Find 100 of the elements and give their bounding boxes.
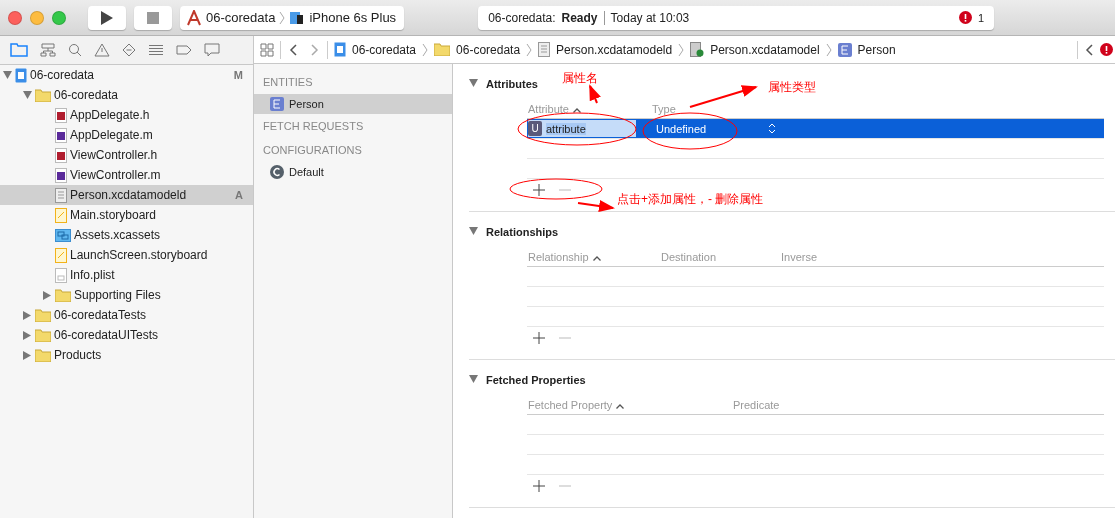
- play-icon: [101, 10, 113, 25]
- breadcrumb[interactable]: Person.xcdatamodel: [710, 42, 820, 57]
- project-file-icon: [334, 42, 346, 57]
- status-time: Today at 10:03: [610, 10, 690, 25]
- breadcrumb[interactable]: 06-coredata: [456, 42, 521, 57]
- file-tree-item[interactable]: Main.storyboard: [0, 205, 253, 225]
- disclosure-triangle-icon[interactable]: [469, 79, 478, 87]
- entity-icon: [837, 42, 852, 57]
- folder-icon: [55, 288, 71, 302]
- data-model-version-icon: [690, 42, 705, 57]
- folder-icon: [35, 308, 51, 322]
- data-model-icon: [55, 187, 67, 203]
- disclosure-triangle-icon[interactable]: [43, 290, 51, 300]
- scheme-selector[interactable]: 06-coredata: [206, 10, 276, 25]
- stop-button[interactable]: [134, 5, 172, 30]
- run-button[interactable]: [88, 5, 126, 30]
- folder-icon: [35, 328, 51, 342]
- section-title: Fetched Properties: [486, 374, 586, 386]
- file-tree-item[interactable]: ViewController.m: [0, 165, 253, 185]
- breadcrumb[interactable]: 06-coredata: [352, 42, 417, 57]
- breadcrumb[interactable]: Person: [857, 42, 896, 57]
- file-tree-item[interactable]: 06-coredataTests: [0, 305, 253, 325]
- header-file-icon: [55, 147, 67, 163]
- folder-tab-icon[interactable]: [10, 43, 28, 57]
- file-tree-item[interactable]: 06-coredata M: [0, 65, 253, 85]
- chevron-icon: [279, 10, 286, 25]
- file-tree-item[interactable]: Person.xcdatamodeld A: [0, 185, 253, 205]
- file-tree-item[interactable]: 06-coredata: [0, 85, 253, 105]
- chevron-icon: [825, 42, 832, 57]
- group-heading: CONFIGURATIONS: [262, 143, 363, 158]
- file-tree-item[interactable]: Assets.xcassets: [0, 225, 253, 245]
- sort-caret-icon: [572, 108, 581, 113]
- configuration-item[interactable]: Default: [254, 162, 452, 182]
- chevron-icon: [526, 42, 533, 57]
- app-icon: [186, 9, 202, 26]
- group-heading: ENTITIES: [262, 75, 314, 90]
- source-file-icon: [55, 167, 67, 183]
- file-tree-item[interactable]: Info.plist: [0, 265, 253, 285]
- file-tree-item[interactable]: Products: [0, 345, 253, 365]
- status-state: Ready: [561, 10, 598, 25]
- hierarchy-icon[interactable]: [40, 43, 56, 57]
- add-icon[interactable]: [533, 184, 545, 196]
- file-tree-item[interactable]: LaunchScreen.storyboard: [0, 245, 253, 265]
- add-icon[interactable]: [533, 480, 545, 492]
- folder-icon: [434, 43, 451, 56]
- entity-item[interactable]: Person: [254, 94, 452, 114]
- plist-file-icon: [55, 267, 67, 283]
- attribute-row[interactable]: U attribute Undefined: [527, 119, 1104, 139]
- error-icon[interactable]: [959, 11, 972, 24]
- stepper-icon: [768, 123, 776, 134]
- chevron-icon: [422, 42, 429, 57]
- status-letter: A: [235, 189, 243, 201]
- status-letter: M: [233, 69, 243, 81]
- search-icon[interactable]: [68, 43, 82, 57]
- disclosure-triangle-icon[interactable]: [469, 227, 478, 235]
- file-tree-item[interactable]: AppDelegate.m: [0, 125, 253, 145]
- issue-count: 1: [978, 11, 985, 24]
- grid-icon[interactable]: [260, 42, 274, 57]
- speech-bubble-icon[interactable]: [204, 43, 220, 57]
- error-icon[interactable]: [1100, 43, 1113, 56]
- storyboard-icon: [55, 207, 67, 223]
- sort-caret-icon: [616, 404, 625, 409]
- annotation-arrow: [589, 84, 601, 104]
- stop-icon: [147, 11, 159, 24]
- disclosure-triangle-icon[interactable]: [469, 375, 478, 383]
- file-tree-item[interactable]: 06-coredataUITests: [0, 325, 253, 345]
- configuration-icon: [270, 165, 284, 179]
- file-tree-item[interactable]: AppDelegate.h: [0, 105, 253, 125]
- tag-icon[interactable]: [176, 45, 192, 55]
- list-icon[interactable]: [148, 44, 164, 56]
- folder-icon: [35, 348, 51, 362]
- folder-icon: [35, 88, 51, 102]
- storyboard-icon: [55, 247, 67, 263]
- annotation-text: 属性名: [562, 70, 598, 87]
- annotation-text: 点击+添加属性，- 删除属性: [617, 191, 764, 208]
- device-selector[interactable]: iPhone 6s Plus: [309, 10, 397, 25]
- source-file-icon: [55, 127, 67, 143]
- section-title: Attributes: [486, 78, 538, 90]
- group-heading: FETCH REQUESTS: [262, 119, 365, 134]
- zoom-window-button[interactable]: [52, 10, 66, 25]
- disclosure-triangle-icon[interactable]: [22, 91, 32, 99]
- close-window-button[interactable]: [8, 10, 22, 25]
- status-project: 06-coredata:: [488, 10, 556, 25]
- file-tree-item[interactable]: Supporting Files: [0, 285, 253, 305]
- sort-caret-icon: [592, 256, 601, 261]
- project-file-icon: [15, 67, 27, 83]
- breadcrumb[interactable]: Person.xcdatamodeld: [556, 42, 673, 57]
- device-icon: [289, 10, 306, 25]
- annotation-text: 属性类型: [768, 79, 816, 96]
- diamond-minus-icon[interactable]: [122, 43, 136, 57]
- chevron-icon: [678, 42, 685, 57]
- warning-icon[interactable]: [94, 43, 110, 57]
- disclosure-triangle-icon[interactable]: [2, 71, 12, 79]
- header-file-icon: [55, 107, 67, 123]
- add-icon[interactable]: [533, 332, 545, 344]
- assets-icon: [55, 228, 71, 242]
- file-tree-item[interactable]: ViewController.h: [0, 145, 253, 165]
- attribute-name-field[interactable]: U attribute: [528, 120, 636, 137]
- annotation-arrow: [689, 85, 758, 108]
- type-popup[interactable]: Undefined: [650, 122, 776, 135]
